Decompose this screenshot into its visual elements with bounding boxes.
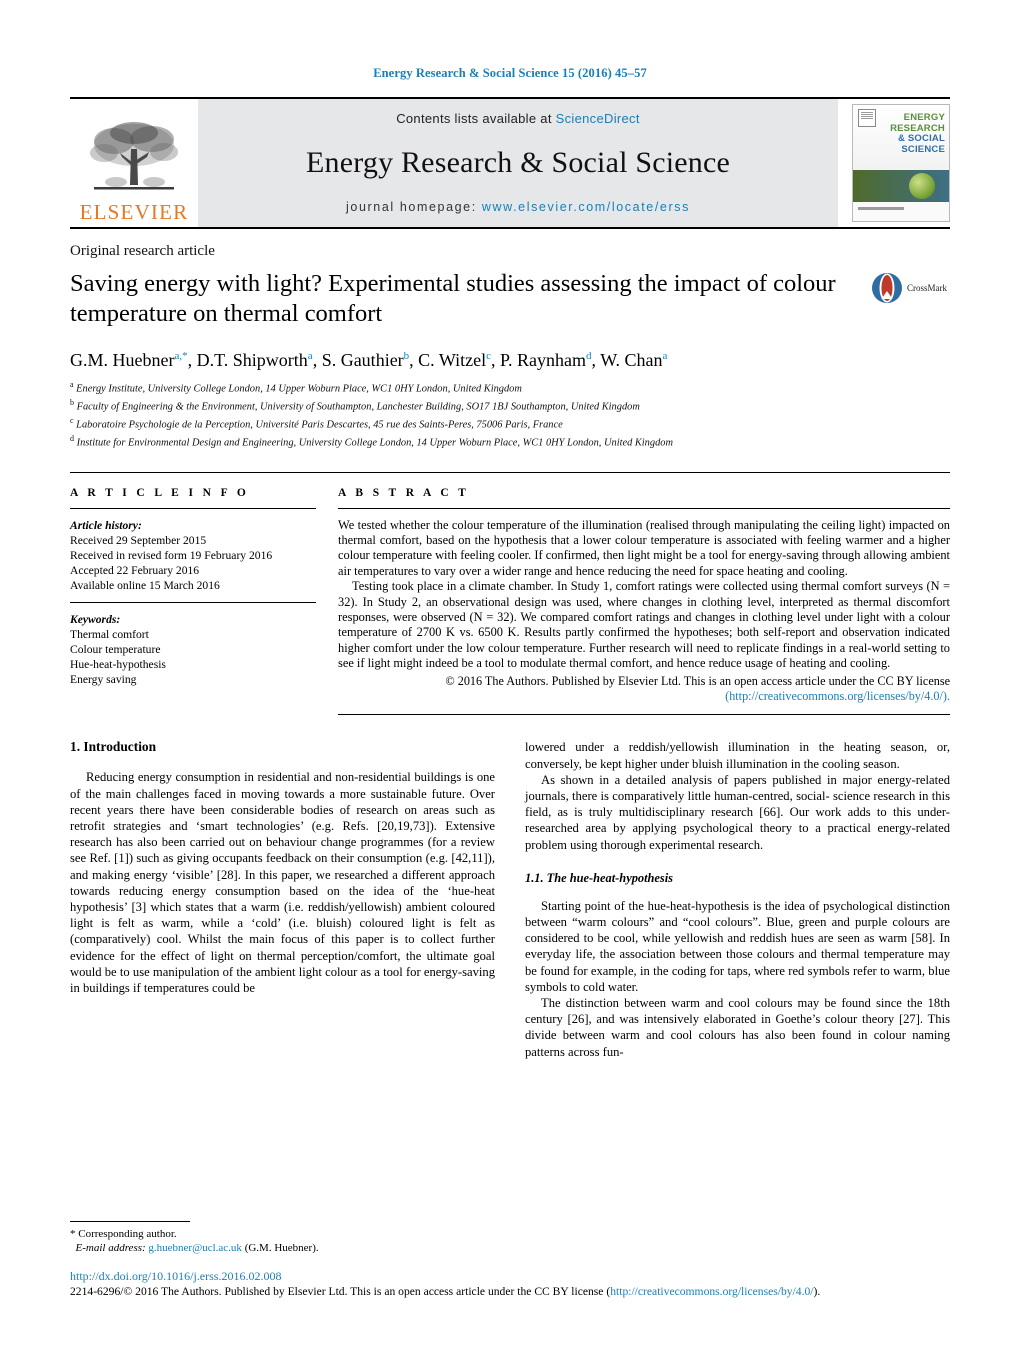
affiliation-text: Faculty of Engineering & the Environment… bbox=[76, 401, 640, 413]
cover-title-line4: SCIENCE bbox=[901, 143, 945, 155]
affiliation-list: a Energy Institute, University College L… bbox=[70, 378, 950, 450]
keyword-item: Hue-heat-hypothesis bbox=[70, 657, 166, 671]
corresponding-author-footnote: * Corresponding author. E-mail address: … bbox=[70, 1221, 480, 1255]
author-list: G.M. Huebnera,*, D.T. Shipwortha, S. Gau… bbox=[70, 350, 668, 370]
abstract-rule bbox=[338, 507, 950, 509]
footnote-body: * Corresponding author. E-mail address: … bbox=[70, 1227, 480, 1255]
affiliation-marker: c bbox=[70, 415, 74, 425]
affiliation-text: Energy Institute, University College Lon… bbox=[76, 383, 522, 395]
history-item: Available online 15 March 2016 bbox=[70, 578, 220, 592]
left-column: 1. Introduction Reducing energy consumpt… bbox=[70, 739, 495, 1059]
keyword-item: Energy saving bbox=[70, 672, 137, 686]
doi-line: http://dx.doi.org/10.1016/j.erss.2016.02… bbox=[70, 1268, 950, 1284]
cover-title-line1: ENERGY bbox=[903, 112, 945, 123]
affiliation-marker: a bbox=[70, 380, 74, 389]
keywords-label: Keywords: bbox=[70, 612, 121, 626]
cover-image-band bbox=[853, 169, 949, 203]
history-item: Received 29 September 2015 bbox=[70, 533, 207, 547]
journal-band: Contents lists available at ScienceDirec… bbox=[198, 99, 838, 227]
article-info-column: A R T I C L E I N F O Article history: R… bbox=[70, 487, 338, 716]
body-paragraph: lowered under a reddish/yellowish illumi… bbox=[525, 740, 950, 771]
keyword-item: Colour temperature bbox=[70, 642, 161, 656]
globe-icon bbox=[909, 173, 935, 200]
footer-license-tail: ). bbox=[813, 1285, 821, 1298]
crossmark-icon bbox=[872, 273, 902, 303]
affiliation-text: Laboratoire Psychologie de la Perception… bbox=[76, 419, 563, 431]
abstract-body: We tested whether the colour temperature… bbox=[338, 518, 950, 672]
title-row: Saving energy with light? Experimental s… bbox=[70, 269, 950, 329]
cover-publisher-mark-icon bbox=[858, 109, 876, 127]
footnote-star: * bbox=[70, 1228, 76, 1240]
cover-title: ENERGY RESEARCH & SOCIAL SCIENCE bbox=[890, 112, 945, 155]
abstract-paragraph: Testing took place in a climate chamber.… bbox=[338, 579, 950, 671]
contents-prefix: Contents lists available at bbox=[396, 111, 556, 126]
issn-copyright-line: 2214-6296/© 2016 The Authors. Published … bbox=[70, 1284, 950, 1299]
paper-page: Energy Research & Social Science 15 (201… bbox=[0, 0, 1020, 1351]
article-info-rule bbox=[70, 507, 316, 509]
journal-title: Energy Research & Social Science bbox=[305, 146, 731, 179]
running-head: Energy Research & Social Science 15 (201… bbox=[373, 66, 647, 80]
journal-homepage-line: journal homepage: www.elsevier.com/locat… bbox=[346, 200, 690, 214]
footnote-corresponding-line: * Corresponding author. bbox=[70, 1227, 480, 1241]
body-paragraph: As shown in a detailed analysis of paper… bbox=[525, 772, 950, 852]
issn-copyright-text: 2214-6296/© 2016 The Authors. Published … bbox=[70, 1285, 611, 1298]
affiliation-marker: b bbox=[70, 397, 74, 407]
article-history-block: Article history: Received 29 September 2… bbox=[70, 518, 316, 593]
body-paragraph: Reducing energy consumption in residenti… bbox=[70, 770, 495, 996]
subsection-heading-hue-heat: 1.1. The hue-heat-hypothesis bbox=[525, 870, 674, 885]
contents-list-line: Contents lists available at ScienceDirec… bbox=[396, 111, 640, 126]
homepage-prefix: journal homepage: bbox=[346, 200, 482, 214]
affiliation-text: Institute for Environmental Design and E… bbox=[76, 437, 673, 449]
history-item: Accepted 22 February 2016 bbox=[70, 563, 200, 577]
email-owner: (G.M. Huebner). bbox=[244, 1242, 319, 1254]
article-info-heading: A R T I C L E I N F O bbox=[70, 486, 250, 499]
abstract-heading: A B S T R A C T bbox=[338, 486, 470, 499]
affiliation-item: a Energy Institute, University College L… bbox=[70, 378, 950, 396]
body-paragraph: The distinction between warm and cool co… bbox=[525, 996, 950, 1059]
article-history-label: Article history: bbox=[70, 518, 142, 532]
footer-license-link[interactable]: http://creativecommons.org/licenses/by/4… bbox=[610, 1285, 813, 1298]
info-divider-top bbox=[70, 471, 950, 473]
right-column: lowered under a reddish/yellowish illumi… bbox=[525, 739, 950, 1059]
keyword-item: Thermal comfort bbox=[70, 627, 149, 641]
cc-license-link[interactable]: (http://creativecommons.org/licenses/by/… bbox=[725, 689, 950, 703]
abstract-paragraph: We tested whether the colour temperature… bbox=[338, 517, 950, 578]
abstract-copyright: © 2016 The Authors. Published by Elsevie… bbox=[338, 674, 950, 705]
page-footer: http://dx.doi.org/10.1016/j.erss.2016.02… bbox=[70, 1268, 950, 1299]
info-abstract-region: A R T I C L E I N F O Article history: R… bbox=[70, 487, 950, 716]
body-paragraph: Starting point of the hue-heat-hypothesi… bbox=[525, 898, 950, 994]
elsevier-wordmark: ELSEVIER bbox=[79, 200, 189, 224]
affiliation-item: d Institute for Environmental Design and… bbox=[70, 432, 950, 450]
crossmark-badge[interactable]: CrossMark bbox=[870, 269, 950, 305]
affiliation-item: c Laboratoire Psychologie de la Percepti… bbox=[70, 414, 950, 432]
elsevier-logo: ELSEVIER bbox=[70, 99, 198, 227]
doi-link[interactable]: http://dx.doi.org/10.1016/j.erss.2016.02… bbox=[70, 1269, 281, 1283]
elsevier-tree-icon bbox=[90, 122, 178, 190]
article-type: Original research article bbox=[70, 243, 215, 259]
email-label: E-mail address: bbox=[75, 1242, 146, 1254]
cover-bottom bbox=[853, 202, 949, 221]
cover-title-line3: & SOCIAL bbox=[898, 133, 945, 144]
history-item: Received in revised form 19 February 201… bbox=[70, 548, 273, 562]
keywords-block: Keywords: Thermal comfort Colour tempera… bbox=[70, 612, 316, 687]
keywords-rule bbox=[70, 601, 316, 603]
section-heading-introduction: 1. Introduction bbox=[70, 739, 157, 755]
journal-masthead: ELSEVIER Contents lists available at Sci… bbox=[70, 97, 950, 229]
journal-cover-thumbnail: ENERGY RESEARCH & SOCIAL SCIENCE bbox=[852, 104, 950, 222]
crossmark-label: CrossMark bbox=[907, 283, 947, 293]
author-email-link[interactable]: g.huebner@ucl.ac.uk bbox=[148, 1242, 242, 1254]
abstract-divider-bottom bbox=[338, 714, 950, 716]
footnote-corresponding-text: Corresponding author. bbox=[78, 1228, 177, 1240]
footnote-email-line: E-mail address: g.huebner@ucl.ac.uk (G.M… bbox=[70, 1241, 480, 1255]
abstract-column: A B S T R A C T We tested whether the co… bbox=[338, 487, 950, 716]
body-columns: 1. Introduction Reducing energy consumpt… bbox=[70, 739, 950, 1059]
journal-homepage-link[interactable]: www.elsevier.com/locate/erss bbox=[482, 200, 690, 214]
cover-top: ENERGY RESEARCH & SOCIAL SCIENCE bbox=[853, 105, 949, 170]
copyright-text: © 2016 The Authors. Published by Elsevie… bbox=[445, 673, 950, 688]
sciencedirect-link[interactable]: ScienceDirect bbox=[556, 111, 640, 126]
affiliation-marker: d bbox=[70, 433, 74, 443]
footnote-divider bbox=[70, 1221, 190, 1222]
affiliation-item: b Faculty of Engineering & the Environme… bbox=[70, 396, 950, 414]
page-title: Saving energy with light? Experimental s… bbox=[70, 270, 836, 327]
